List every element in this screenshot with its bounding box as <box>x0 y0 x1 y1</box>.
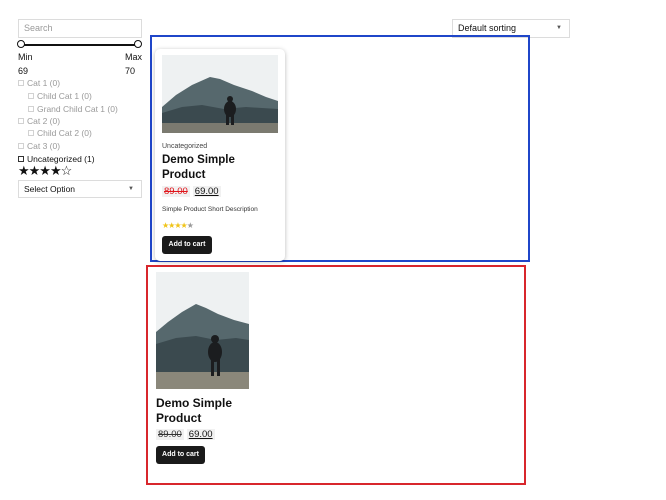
product-image[interactable] <box>162 55 278 133</box>
category-item[interactable]: Child Cat 1 (0) <box>28 91 92 101</box>
product-title[interactable]: Demo Simple Product <box>156 396 256 426</box>
category-item[interactable]: Cat 2 (0) <box>18 116 60 126</box>
product-rating: ★★★★★ <box>162 221 194 230</box>
checkbox[interactable] <box>18 118 24 124</box>
product-short-description: Simple Product Short Description <box>162 206 258 213</box>
sale-price: 69.00 <box>192 186 221 197</box>
rating-stars-filled: ★★★★ <box>162 221 188 230</box>
max-label: Max <box>124 52 142 62</box>
checkbox[interactable] <box>28 106 34 112</box>
sorting-label: Default sorting <box>458 23 517 33</box>
category-item[interactable]: Child Cat 2 (0) <box>28 128 92 138</box>
select-option-dropdown[interactable]: Select Option ▼ <box>18 180 142 198</box>
product-title[interactable]: Demo Simple Product <box>162 153 272 183</box>
category-label: Grand Child Cat 1 (0) <box>37 104 118 114</box>
product-price: 89.00 69.00 <box>156 429 215 440</box>
category-label: Child Cat 1 (0) <box>37 91 92 101</box>
slider-max-handle[interactable] <box>134 40 142 48</box>
rating-filter[interactable]: ★★★★☆ <box>18 163 72 179</box>
price-range-slider[interactable] <box>17 40 142 50</box>
product-price: 89.00 69.00 <box>162 186 221 197</box>
sale-price: 69.00 <box>186 429 215 440</box>
min-value: 69 <box>18 66 29 76</box>
category-label: Child Cat 2 (0) <box>37 128 92 138</box>
add-to-cart-button[interactable]: Add to cart <box>162 236 212 254</box>
slider-track <box>20 44 139 46</box>
max-value: 70 <box>125 66 136 76</box>
checkbox[interactable] <box>28 93 34 99</box>
rating-star-partial: ★ <box>186 221 194 230</box>
product-category[interactable]: Uncategorized <box>162 143 207 150</box>
old-price: 89.00 <box>156 429 184 440</box>
checkbox[interactable] <box>18 143 24 149</box>
category-item[interactable]: Cat 3 (0) <box>18 141 60 151</box>
checkbox[interactable] <box>18 80 24 86</box>
slider-min-handle[interactable] <box>17 40 25 48</box>
product-image[interactable] <box>156 272 249 389</box>
chevron-down-icon: ▼ <box>556 25 562 31</box>
category-label: Cat 1 (0) <box>27 78 61 88</box>
select-option-label: Select Option <box>24 184 76 194</box>
chevron-down-icon: ▼ <box>128 186 134 192</box>
add-to-cart-button[interactable]: Add to cart <box>156 446 205 464</box>
min-label: Min <box>18 52 33 62</box>
checkbox[interactable] <box>28 130 34 136</box>
category-label: Cat 3 (0) <box>27 141 61 151</box>
product-card[interactable]: Demo Simple Product 89.00 69.00 Add to c… <box>155 272 285 472</box>
category-item[interactable]: Grand Child Cat 1 (0) <box>28 104 118 114</box>
checkbox[interactable] <box>18 156 24 162</box>
old-price: 89.00 <box>162 186 190 197</box>
category-label: Cat 2 (0) <box>27 116 61 126</box>
category-item[interactable]: Cat 1 (0) <box>18 78 60 88</box>
search-input[interactable] <box>18 19 142 38</box>
product-card[interactable]: Uncategorized Demo Simple Product 89.00 … <box>155 49 285 261</box>
